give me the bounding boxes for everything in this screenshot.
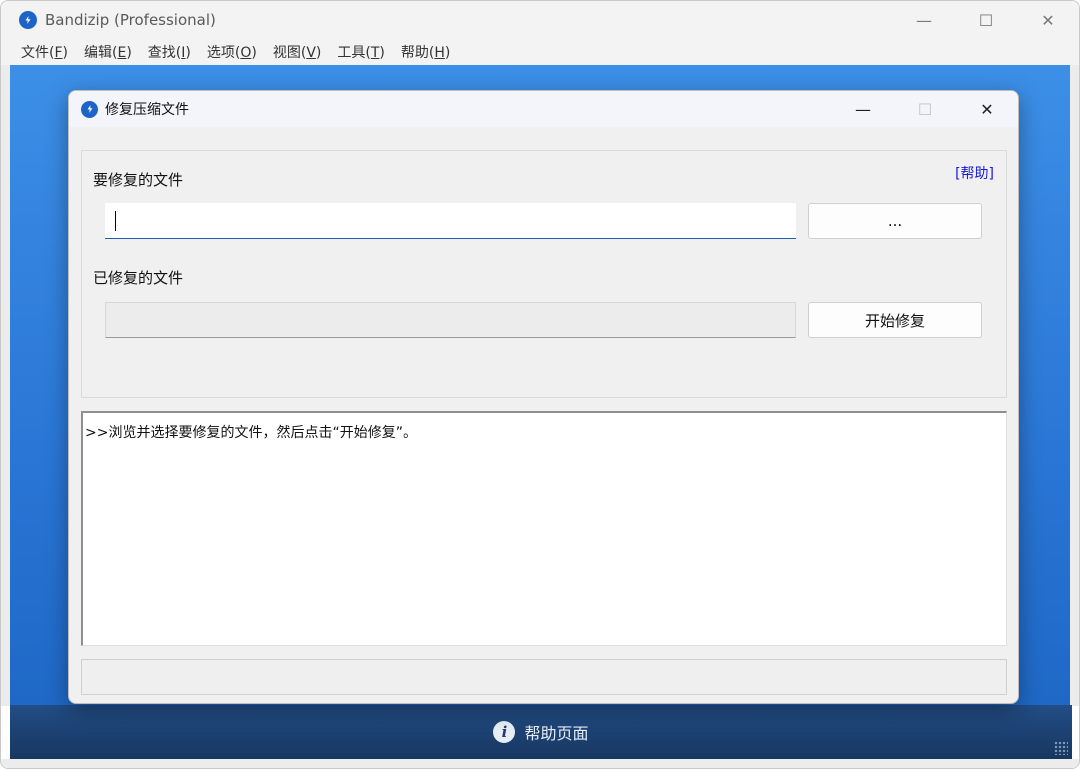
menu-help[interactable]: 帮助(H)	[393, 42, 458, 62]
menu-edit[interactable]: 编辑(E)	[76, 42, 140, 62]
dialog-titlebar[interactable]: 修复压缩文件 — ☐ ✕	[69, 91, 1018, 127]
menu-tools[interactable]: 工具(T)	[329, 42, 393, 62]
repair-options-panel: [帮助] 要修复的文件 ... 已修复的文件 开始修复	[81, 150, 1007, 398]
source-file-input[interactable]	[105, 203, 796, 239]
text-caret	[115, 211, 116, 231]
help-page-label: 帮助页面	[524, 724, 589, 743]
resize-grip-icon[interactable]	[1054, 741, 1068, 755]
bandizip-logo-icon	[81, 100, 98, 118]
dialog-maximize-button: ☐	[917, 99, 933, 119]
window-title: Bandizip (Professional)	[45, 11, 216, 29]
dialog-status-bar	[81, 659, 1007, 695]
repair-archive-dialog: 修复压缩文件 — ☐ ✕ [帮助] 要修复的文件 ... 已修复的文件 开始修复…	[68, 90, 1019, 704]
minimize-button[interactable]: —	[893, 1, 955, 39]
main-titlebar[interactable]: Bandizip (Professional) — ☐ ✕	[1, 1, 1079, 39]
menu-options[interactable]: 选项(O)	[199, 42, 265, 62]
menubar: 文件(F) 编辑(E) 查找(I) 选项(O) 视图(V) 工具(T) 帮助(H…	[1, 39, 1079, 65]
log-line: >>浏览并选择要修复的文件，然后点击“开始修复”。	[85, 425, 417, 441]
bandizip-logo-icon	[19, 11, 37, 29]
dialog-minimize-button[interactable]: —	[832, 91, 894, 127]
start-repair-button[interactable]: 开始修复	[808, 302, 982, 338]
menu-view[interactable]: 视图(V)	[265, 42, 330, 62]
statusbar[interactable]: i 帮助页面	[10, 705, 1072, 759]
window-bottom-border	[1, 759, 1079, 768]
dialog-title: 修复压缩文件	[105, 102, 189, 118]
menu-file[interactable]: 文件(F)	[13, 42, 76, 62]
repaired-file-input[interactable]	[105, 302, 796, 338]
source-file-label: 要修复的文件	[93, 171, 184, 189]
dialog-window-controls: — ☐ ✕	[832, 91, 1018, 127]
repaired-file-label: 已修复的文件	[93, 269, 184, 287]
maximize-button[interactable]: ☐	[955, 1, 1017, 39]
log-output[interactable]: >>浏览并选择要修复的文件，然后点击“开始修复”。	[81, 411, 1007, 646]
window-controls: — ☐ ✕	[893, 1, 1079, 39]
info-icon: i	[493, 721, 516, 743]
browse-button[interactable]: ...	[808, 203, 982, 239]
main-window: Bandizip (Professional) — ☐ ✕ 文件(F) 编辑(E…	[0, 0, 1080, 769]
dialog-close-button[interactable]: ✕	[956, 91, 1018, 127]
close-button[interactable]: ✕	[1017, 1, 1079, 39]
menu-find[interactable]: 查找(I)	[140, 42, 199, 62]
help-link[interactable]: [帮助]	[955, 163, 994, 183]
